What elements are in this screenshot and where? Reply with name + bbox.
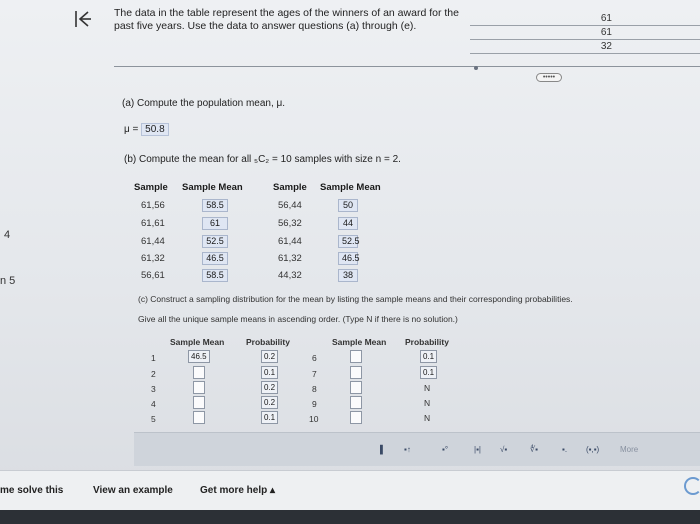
expand-more-button[interactable]: ••••• bbox=[536, 73, 562, 82]
mu-label: μ = bbox=[124, 124, 139, 135]
row-number: 9 bbox=[312, 399, 317, 409]
probability-input[interactable]: 0.2 bbox=[261, 350, 278, 363]
sample-mean-answer[interactable]: 61 bbox=[202, 217, 228, 230]
sample-cell: 56,44 bbox=[278, 200, 302, 211]
left-strip: 4 n 5 bbox=[0, 0, 60, 470]
sample-mean-input[interactable] bbox=[350, 381, 362, 394]
row-number: 6 bbox=[312, 353, 317, 363]
row-number: 8 bbox=[312, 384, 317, 394]
column-header: Sample Mean bbox=[170, 337, 225, 347]
part-a-answer-row: μ = 50.8 bbox=[124, 123, 169, 136]
sample-mean-answer[interactable]: 52.5 bbox=[202, 235, 228, 248]
sample-mean-answer[interactable]: 46.5 bbox=[202, 252, 228, 265]
sample-mean-input[interactable] bbox=[350, 411, 362, 424]
sample-cell: 61,32 bbox=[278, 253, 302, 264]
data-cell: 32 bbox=[470, 40, 700, 54]
sample-mean-answer[interactable]: 44 bbox=[338, 217, 358, 230]
sample-mean-answer[interactable]: 58.5 bbox=[202, 199, 228, 212]
sample-mean-input[interactable] bbox=[350, 350, 362, 363]
row-number: 7 bbox=[312, 369, 317, 379]
probability-input[interactable]: 0.1 bbox=[261, 366, 278, 379]
toolbar-button[interactable]: ▪° bbox=[442, 445, 448, 454]
screen: 4 n 5 The data in the table represent th… bbox=[0, 0, 700, 524]
view-example-button[interactable]: View an example bbox=[93, 485, 173, 496]
toolbar-button[interactable]: |▪| bbox=[474, 445, 481, 454]
sample-mean-input[interactable] bbox=[193, 396, 205, 409]
help-me-solve-button[interactable]: me solve this bbox=[0, 485, 63, 496]
row-number: 2 bbox=[151, 369, 156, 379]
sample-mean-input[interactable] bbox=[350, 396, 362, 409]
probability-value[interactable]: N bbox=[424, 413, 430, 423]
row-number: 5 bbox=[151, 414, 156, 424]
column-header: Probability bbox=[246, 337, 290, 347]
probability-input[interactable]: 0.2 bbox=[261, 381, 278, 394]
sample-cell: 61,56 bbox=[141, 200, 165, 211]
column-header: Probability bbox=[405, 337, 449, 347]
back-arrow-icon[interactable] bbox=[72, 8, 94, 30]
probability-input[interactable]: 0.1 bbox=[261, 411, 278, 424]
column-header: Sample Mean bbox=[320, 182, 381, 193]
sample-mean-input[interactable] bbox=[193, 366, 205, 379]
bottom-bar bbox=[0, 510, 700, 524]
probability-input[interactable]: 0.1 bbox=[420, 350, 437, 363]
population-mean-answer[interactable]: 50.8 bbox=[141, 123, 169, 136]
sample-cell: 56,61 bbox=[141, 270, 165, 281]
toolbar-button[interactable]: (▪,▪) bbox=[586, 445, 599, 454]
footer: me solve this View an example Get more h… bbox=[0, 470, 700, 510]
part-c-prompt: (c) Construct a sampling distribution fo… bbox=[138, 294, 573, 304]
sample-cell: 61,32 bbox=[141, 253, 165, 264]
divider-dot bbox=[474, 66, 478, 70]
divider bbox=[114, 66, 700, 67]
math-toolbar: ▌ ▪↑ ▪° |▪| √▪ ∜▪ ▪. (▪,▪) More bbox=[134, 432, 700, 466]
left-question-number[interactable]: 4 bbox=[4, 229, 10, 241]
row-number: 3 bbox=[151, 384, 156, 394]
probability-input[interactable]: 0.2 bbox=[261, 396, 278, 409]
toolbar-more-button[interactable]: More bbox=[620, 445, 638, 454]
sample-cell: 61,44 bbox=[278, 236, 302, 247]
instructions: The data in the table represent the ages… bbox=[114, 7, 459, 32]
data-cell: 61 bbox=[470, 26, 700, 40]
sample-mean-input[interactable] bbox=[193, 381, 205, 394]
sample-mean-answer[interactable]: 58.5 bbox=[202, 269, 228, 282]
probability-input[interactable]: 0.1 bbox=[420, 366, 437, 379]
row-number: 10 bbox=[309, 414, 319, 424]
toolbar-button[interactable]: √▪ bbox=[500, 445, 507, 454]
sample-cell: 44,32 bbox=[278, 270, 302, 281]
sample-mean-answer[interactable]: 50 bbox=[338, 199, 358, 212]
sample-cell: 56,32 bbox=[278, 218, 302, 229]
column-header: Sample Mean bbox=[182, 182, 243, 193]
toolbar-button[interactable]: ▌ bbox=[380, 445, 386, 454]
sample-mean-answer[interactable]: 38 bbox=[338, 269, 358, 282]
sample-mean-answer[interactable]: 52.5 bbox=[338, 235, 360, 248]
part-b-prompt: (b) Compute the mean for all ₅C₂ = 10 sa… bbox=[124, 154, 401, 165]
probability-value[interactable]: N bbox=[424, 383, 430, 393]
toolbar-button[interactable]: ∜▪ bbox=[530, 445, 538, 454]
sample-mean-input[interactable] bbox=[350, 366, 362, 379]
column-header: Sample bbox=[273, 182, 307, 193]
row-number: 4 bbox=[151, 399, 156, 409]
sample-cell: 61,61 bbox=[141, 218, 165, 229]
probability-value[interactable]: N bbox=[424, 398, 430, 408]
sample-cell: 61,44 bbox=[141, 236, 165, 247]
part-a-prompt: (a) Compute the population mean, μ. bbox=[122, 98, 286, 109]
data-table: 61 61 32 bbox=[470, 12, 700, 54]
loading-icon bbox=[684, 477, 700, 495]
sample-mean-answer[interactable]: 46.5 bbox=[338, 252, 360, 265]
left-question-number[interactable]: n 5 bbox=[0, 275, 15, 287]
sample-mean-input[interactable] bbox=[193, 411, 205, 424]
column-header: Sample bbox=[134, 182, 168, 193]
toolbar-button[interactable]: ▪. bbox=[562, 445, 567, 454]
toolbar-button[interactable]: ▪↑ bbox=[404, 445, 411, 454]
row-number: 1 bbox=[151, 353, 156, 363]
get-more-help-button[interactable]: Get more help ▴ bbox=[200, 485, 275, 496]
data-cell: 61 bbox=[470, 12, 700, 26]
column-header: Sample Mean bbox=[332, 337, 387, 347]
part-c-subprompt: Give all the unique sample means in asce… bbox=[138, 314, 458, 324]
sample-mean-input[interactable]: 46.5 bbox=[188, 350, 210, 363]
